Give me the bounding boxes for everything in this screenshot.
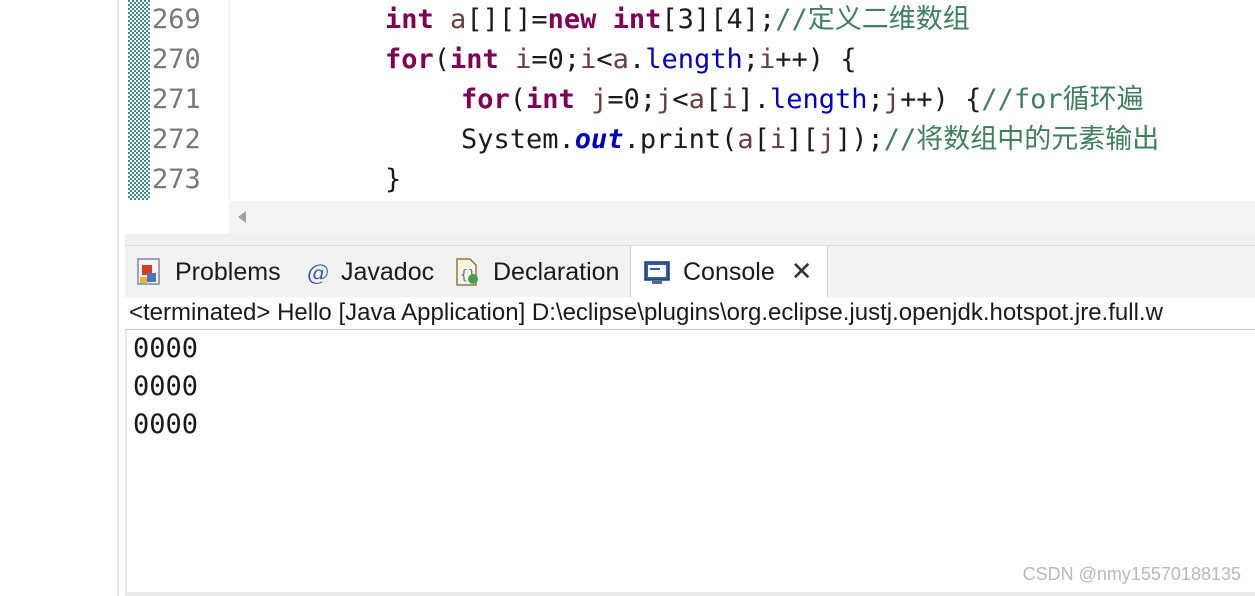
console-status-line: <terminated> Hello [Java Application] D:…	[125, 297, 1255, 330]
code-token: ][	[786, 124, 819, 155]
code-token: ].	[737, 84, 770, 115]
line-number: 273	[152, 164, 201, 195]
line-number: 270	[152, 44, 201, 75]
code-comment: //将数组中的元素输出	[883, 124, 1160, 155]
tab-label: Console	[683, 257, 775, 286]
code-token: System.	[461, 124, 575, 155]
code-line[interactable]: System.out.print(a[i][j]);//将数组中的元素输出	[461, 120, 1159, 160]
code-token: i	[759, 44, 776, 75]
code-line[interactable]: }	[385, 160, 401, 200]
code-keyword: new	[547, 4, 597, 35]
code-token: (	[433, 44, 451, 75]
console-output-line: 0000	[133, 409, 199, 440]
problems-icon	[135, 257, 163, 287]
code-token: .	[628, 44, 646, 75]
code-keyword: int	[526, 84, 575, 115]
code-token: <	[672, 84, 689, 115]
code-token: }	[385, 164, 402, 195]
code-token: i	[515, 44, 532, 75]
bottom-border	[125, 592, 1255, 596]
code-token: a	[450, 4, 467, 35]
watermark: CSDN @nmy15570188135	[1022, 564, 1241, 584]
code-token: [3][4];	[661, 4, 776, 35]
tab-declaration[interactable]: {} Declaration	[453, 246, 619, 298]
code-token: i	[769, 124, 787, 155]
code-token: [	[704, 84, 722, 115]
code-token: j	[818, 124, 835, 155]
line-number: 269	[152, 4, 201, 35]
code-token: ]);	[834, 124, 884, 155]
code-token: ;	[742, 44, 760, 75]
line-number-ruler: 269 270 271 272 273	[150, 0, 228, 200]
declaration-icon: {}	[453, 257, 481, 287]
change-ruler	[128, 0, 150, 200]
code-token: (	[509, 84, 527, 115]
code-keyword: int	[385, 4, 434, 35]
tab-javadoc[interactable]: @ Javadoc	[305, 246, 434, 298]
code-comment: //for循环遍	[981, 84, 1144, 115]
code-token: length	[645, 44, 743, 75]
code-token: length	[769, 84, 868, 115]
code-comment: //定义二维数组	[775, 4, 970, 35]
horizontal-scrollbar[interactable]	[229, 201, 1255, 234]
code-token: [][]=	[466, 4, 548, 35]
tab-label: Javadoc	[341, 257, 435, 286]
tab-label: Declaration	[493, 257, 620, 286]
left-margin-area	[0, 0, 117, 596]
code-line[interactable]: for(int j=0;j<a[i].length;j++) {//for循环遍	[461, 80, 1144, 120]
code-keyword: int	[612, 4, 662, 35]
code-keyword: int	[450, 44, 499, 75]
code-token: a	[737, 124, 754, 155]
code-token: out	[574, 124, 624, 155]
javadoc-icon: @	[305, 257, 329, 287]
code-token: .print(	[623, 124, 738, 155]
code-token: j	[591, 84, 608, 115]
code-token: j	[656, 84, 673, 115]
code-token: ;	[867, 84, 884, 115]
close-icon[interactable]: ✕	[791, 259, 813, 285]
console-output-area[interactable]: 0000 0000 0000	[125, 330, 1255, 592]
console-icon	[643, 257, 671, 287]
code-token: i	[721, 84, 738, 115]
svg-text:@: @	[307, 261, 329, 286]
code-token: =0;	[531, 44, 581, 75]
code-line[interactable]: int a[][]=new int[3][4];//定义二维数组	[385, 0, 970, 40]
code-token: ++) {	[900, 84, 982, 115]
code-token: a	[612, 44, 629, 75]
scroll-left-arrow-icon[interactable]	[238, 211, 246, 223]
code-line[interactable]: for(int i=0;i<a.length;i++) {	[385, 40, 857, 80]
line-number: 271	[152, 84, 201, 115]
code-token: ++) {	[775, 44, 857, 75]
console-output-line: 0000	[133, 371, 199, 402]
code-keyword: for	[461, 84, 510, 115]
line-number: 272	[152, 124, 201, 155]
process-description: <terminated> Hello [Java Application] D:…	[129, 299, 1163, 326]
code-token: [	[753, 124, 770, 155]
code-token: j	[883, 84, 901, 115]
code-token: a	[688, 84, 705, 115]
left-margin-divider	[117, 0, 119, 596]
tab-problems[interactable]: Problems	[135, 246, 281, 298]
code-area[interactable]: int a[][]=new int[3][4];//定义二维数组 for(int…	[230, 0, 1255, 200]
view-tab-bar: Problems @ Javadoc {} Declaration Consol…	[125, 245, 1255, 298]
code-editor[interactable]: 269 270 271 272 273 int a[][]=new int[3]…	[125, 0, 1255, 200]
code-keyword: for	[385, 44, 434, 75]
scroll-corner	[125, 201, 229, 234]
tab-console[interactable]: Console ✕	[630, 246, 828, 298]
code-token: i	[580, 44, 597, 75]
code-token: =0;	[607, 84, 657, 115]
code-token: <	[596, 44, 613, 75]
console-output-line: 0000	[133, 333, 199, 364]
panel-separator	[125, 234, 1255, 245]
tab-label: Problems	[175, 257, 281, 286]
